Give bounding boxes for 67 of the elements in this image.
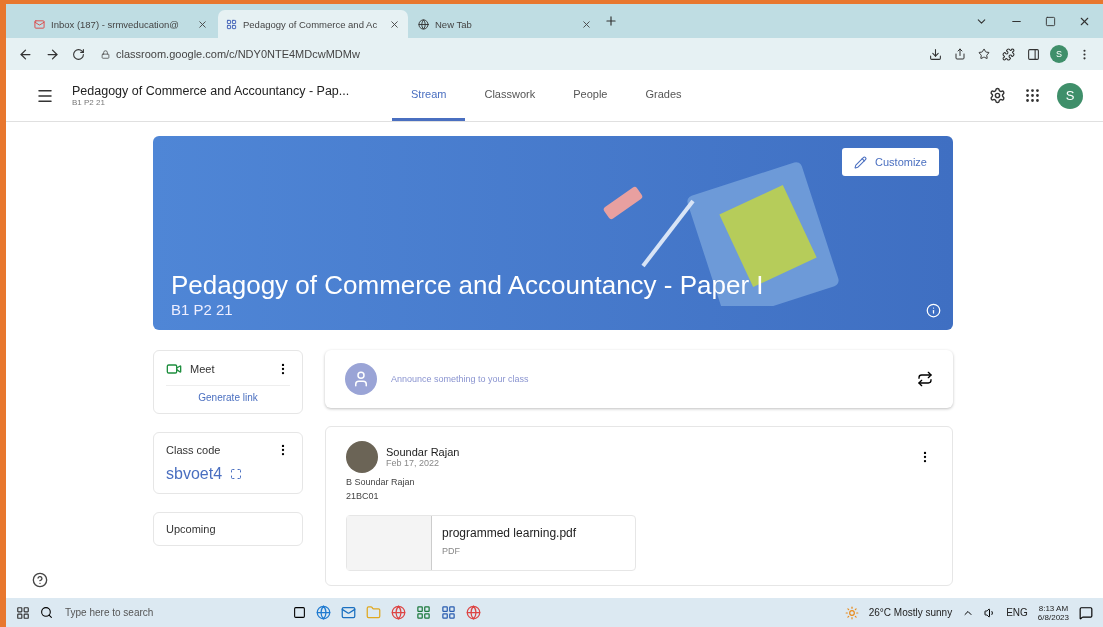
post-text: 21BC01 bbox=[346, 491, 380, 501]
fullscreen-icon[interactable] bbox=[230, 468, 243, 480]
browser-icon[interactable] bbox=[316, 605, 331, 620]
reload-icon[interactable] bbox=[72, 47, 85, 61]
post-text: B Soundar Rajan bbox=[346, 477, 416, 487]
extensions-icon[interactable] bbox=[1002, 47, 1015, 61]
taskbar-clock[interactable]: 8:13 AM 6/8/2023 bbox=[1037, 603, 1069, 622]
attachment-name: programmed learning.pdf bbox=[442, 526, 577, 540]
customize-button[interactable]: Customize bbox=[842, 148, 939, 176]
language-indicator[interactable]: ENG bbox=[1006, 607, 1028, 618]
task-view-icon[interactable] bbox=[293, 606, 306, 619]
bookmark-icon[interactable] bbox=[978, 48, 990, 60]
browser-tab[interactable]: New Tab bbox=[410, 10, 600, 38]
install-icon[interactable] bbox=[929, 47, 942, 61]
upcoming-label: Upcoming bbox=[166, 523, 217, 535]
forward-icon[interactable] bbox=[45, 46, 60, 62]
banner-section: B1 P2 21 bbox=[171, 301, 233, 318]
close-icon[interactable] bbox=[581, 18, 592, 30]
info-icon[interactable] bbox=[926, 303, 941, 318]
repost-icon[interactable] bbox=[917, 371, 933, 387]
search-icon bbox=[40, 606, 53, 619]
browser-tab[interactable]: Inbox (187) - srmveducation@ bbox=[26, 10, 216, 38]
class-section: B1 P2 21 bbox=[72, 98, 392, 107]
banner-title: Pedagogy of Commerce and Accountancy - Paper I bbox=[171, 270, 765, 301]
grid-icon bbox=[226, 18, 237, 30]
start-icon[interactable] bbox=[16, 605, 30, 620]
settings-icon[interactable] bbox=[989, 87, 1006, 104]
nav-tab[interactable]: Stream bbox=[392, 70, 466, 121]
account-avatar[interactable]: S bbox=[1057, 82, 1083, 109]
back-icon[interactable] bbox=[18, 46, 33, 62]
browser-tab[interactable]: Pedagogy of Commerce and Ac bbox=[218, 10, 408, 38]
video-camera-icon bbox=[166, 361, 182, 377]
apps-icon[interactable] bbox=[1024, 87, 1041, 104]
side-panel-icon[interactable] bbox=[1027, 47, 1040, 61]
pencil-icon bbox=[854, 155, 868, 169]
new-tab-icon[interactable] bbox=[604, 14, 618, 28]
photo-placeholder bbox=[346, 441, 378, 473]
class-code-label: Class code bbox=[166, 444, 221, 456]
browser-icon[interactable] bbox=[391, 605, 406, 620]
lock-icon bbox=[101, 49, 110, 59]
user-avatar bbox=[345, 363, 377, 395]
globe-icon bbox=[418, 18, 429, 30]
close-icon[interactable] bbox=[389, 18, 400, 30]
help-icon[interactable] bbox=[32, 572, 48, 588]
mail-icon bbox=[34, 18, 45, 30]
nav-tab[interactable]: People bbox=[554, 70, 627, 121]
close-icon[interactable] bbox=[197, 18, 208, 30]
restore-icon[interactable] bbox=[1045, 15, 1056, 27]
class-code: sbvoet4 bbox=[166, 465, 223, 483]
browser-icon[interactable] bbox=[466, 605, 481, 620]
attachment-card[interactable]: programmed learning.pdf PDF bbox=[346, 515, 636, 571]
share-icon[interactable] bbox=[954, 48, 966, 60]
notification-icon[interactable] bbox=[1079, 605, 1093, 620]
taskbar-search-field[interactable]: Type here to search bbox=[63, 606, 283, 619]
nav-tab[interactable]: Classwork bbox=[465, 70, 555, 121]
attachment-type: PDF bbox=[442, 546, 461, 556]
post-author: Soundar Rajan bbox=[386, 446, 460, 458]
generate-link-button[interactable]: Generate link bbox=[166, 385, 290, 403]
weather-text[interactable]: 26°C Mostly sunny bbox=[868, 607, 953, 618]
class-title[interactable]: Pedagogy of Commerce and Accountancy - Pap... bbox=[72, 84, 392, 98]
mail-icon[interactable] bbox=[341, 605, 356, 620]
nav-tab[interactable]: Grades bbox=[626, 70, 701, 121]
sun-icon bbox=[844, 605, 859, 620]
meet-label: Meet bbox=[190, 363, 215, 375]
post-date: Feb 17, 2022 bbox=[386, 458, 441, 468]
profile-avatar[interactable]: S bbox=[1050, 45, 1068, 63]
address-bar[interactable]: classroom.google.com/c/NDY0NTE4MDcwMDMw bbox=[95, 42, 919, 66]
